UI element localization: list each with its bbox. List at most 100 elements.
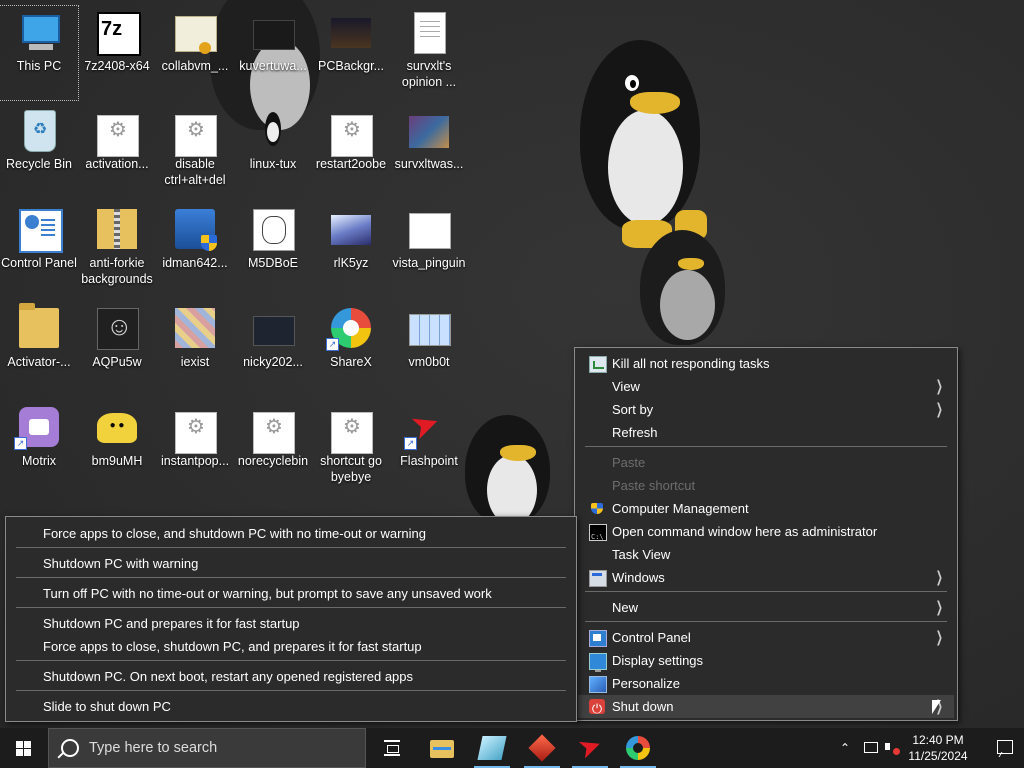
system-tray: ⌃ 12:40 PM 11/25/2024: [834, 728, 1024, 768]
pc-icon: [19, 12, 60, 52]
desktop-icon-label: nicky202...: [243, 355, 303, 369]
network-icon[interactable]: [862, 728, 880, 768]
desktop-icon-label: norecyclebin: [237, 454, 309, 468]
desktop-icon-label: ShareX: [330, 355, 372, 369]
desktop-icon-vista-pinguin[interactable]: vista_pinguin: [390, 203, 468, 297]
grid-icon: [409, 314, 451, 346]
shutdown-option-1[interactable]: Force apps to close, and shutdown PC wit…: [9, 522, 573, 545]
menu-item-refresh[interactable]: Refresh: [578, 421, 954, 444]
wallpaper-penguin-large: [570, 40, 710, 250]
menu-item-label: View: [612, 379, 640, 394]
desktop-icon-restart2oobe[interactable]: restart2oobe: [312, 104, 390, 198]
action-center-button[interactable]: [984, 728, 1024, 768]
desktop-icon-kuvertuwa[interactable]: kuvertuwa...: [234, 6, 312, 100]
menu-item-kill-all-not-responding-tasks[interactable]: Kill all not responding tasks: [578, 352, 954, 375]
desktop-icon-vm0b0t[interactable]: vm0b0t: [390, 302, 468, 396]
desktop-context-menu: Kill all not responding tasks View ❯ Sort b…: [574, 347, 958, 721]
desktop-icon-control-panel[interactable]: Control Panel: [0, 203, 78, 297]
chevron-up-icon[interactable]: ⌃: [840, 728, 856, 768]
desktop-icon-flashpoint[interactable]: ↗ Flashpoint: [390, 401, 468, 495]
shutdown-option-label: Slide to shut down PC: [43, 699, 171, 714]
desktop-icon-m5dboe[interactable]: M5DBoE: [234, 203, 312, 297]
notepad-button[interactable]: [468, 728, 516, 768]
menu-item-task-view[interactable]: Task View: [578, 543, 954, 566]
desktop-icon-recycle-bin[interactable]: Recycle Bin: [0, 104, 78, 198]
desktop-icon-norecyclebin[interactable]: norecyclebin: [234, 401, 312, 495]
desktop-icon-label: disable ctrl+alt+del: [164, 157, 226, 187]
desktop[interactable]: This PC 7z2408-x64 collabvm_... kuvertuwa..…: [0, 0, 1024, 728]
shortcut-arrow-icon: ↗: [404, 437, 417, 450]
shutdown-option-6[interactable]: Shutdown PC. On next boot, restart any o…: [9, 665, 573, 688]
desktop-icon-pcbackgr[interactable]: PCBackgr...: [312, 6, 390, 100]
sharex-button[interactable]: [614, 728, 662, 768]
wallpaper-penguin-center: [465, 415, 555, 525]
desktop-icon-label: kuvertuwa...: [239, 59, 307, 73]
doc-icon: [414, 12, 446, 54]
menu-item-new[interactable]: New ❯: [578, 596, 954, 619]
desktop-icon-survxltwas[interactable]: survxltwas...: [390, 104, 468, 198]
desktop-icon-survxlt-s-opinion[interactable]: survxlt's opinion ...: [390, 6, 468, 100]
sketch-icon: [253, 209, 295, 251]
file-explorer-button[interactable]: [418, 728, 466, 768]
desktop-icon-collabvm[interactable]: collabvm_...: [156, 6, 234, 100]
menu-separator: [585, 446, 947, 447]
shutdown-option-5[interactable]: Force apps to close, shutdown PC, and pr…: [9, 635, 573, 658]
menu-item-view[interactable]: View ❯: [578, 375, 954, 398]
clock-time: 12:40 PM: [912, 733, 964, 747]
red-app-button[interactable]: [518, 728, 566, 768]
menu-item-sort-by[interactable]: Sort by ❯: [578, 398, 954, 421]
flashpoint-button[interactable]: [566, 728, 614, 768]
desktop-icon-activation[interactable]: activation...: [78, 104, 156, 198]
zip-icon: [97, 209, 137, 249]
desktop-icon-iexist[interactable]: iexist: [156, 302, 234, 396]
menu-item-label: Task View: [612, 547, 671, 562]
shutdown-option-4[interactable]: Shutdown PC and prepares it for fast sta…: [9, 612, 573, 635]
menu-item-windows[interactable]: Windows ❯: [578, 566, 954, 589]
menu-item-personalize[interactable]: Personalize: [578, 672, 954, 695]
menu-item-display-settings[interactable]: Display settings: [578, 649, 954, 672]
menu-item-control-panel[interactable]: Control Panel ❯: [578, 626, 954, 649]
start-button[interactable]: [0, 728, 48, 768]
menu-item-shut-down[interactable]: Shut down❯: [578, 695, 954, 720]
desktop-icon-idman642[interactable]: idman642...: [156, 203, 234, 297]
desktop-icon-this-pc[interactable]: This PC: [0, 5, 79, 101]
desktop-icon-label: vista_pinguin: [392, 256, 466, 270]
desktop-icon-linux-tux[interactable]: linux-tux: [234, 104, 312, 198]
search-placeholder: Type here to search: [89, 740, 218, 756]
shutdown-option-label: Force apps to close, and shutdown PC wit…: [43, 526, 426, 541]
shutdown-option-3[interactable]: Turn off PC with no time-out or warning,…: [9, 582, 573, 605]
desktop-icon-instantpop[interactable]: instantpop...: [156, 401, 234, 495]
desktop-icon-label: idman642...: [162, 256, 228, 270]
desktop-icon-anti-forkie-backgrounds[interactable]: anti-forkie backgrounds: [78, 203, 156, 297]
bg-icon: [331, 18, 371, 48]
menu-item-label: Kill all not responding tasks: [612, 356, 770, 371]
desktop-icon-rlk5yz[interactable]: rlK5yz: [312, 203, 390, 297]
menu-item-label: Paste: [612, 455, 646, 470]
shutdown-option-7[interactable]: Slide to shut down PC: [9, 695, 573, 718]
taskbar-clock[interactable]: 12:40 PM 11/25/2024: [900, 732, 976, 764]
notepad-icon: [477, 736, 507, 760]
shutdown-option-label: Shutdown PC and prepares it for fast sta…: [43, 616, 300, 631]
desktop-icon-label: rlK5yz: [333, 256, 369, 270]
desktop-icon-disable-ctrl-alt-del[interactable]: disable ctrl+alt+del: [156, 104, 234, 198]
desktop-icon-nicky202[interactable]: nicky202...: [234, 302, 312, 396]
gear-icon: [331, 115, 373, 157]
sharex-icon: [626, 736, 650, 760]
taskbar-search-box[interactable]: Type here to search: [48, 728, 366, 768]
desktop-icon-7z2408-x64[interactable]: 7z2408-x64: [78, 6, 156, 100]
shortcut-arrow-icon: ↗: [14, 437, 27, 450]
red-app-icon: [528, 734, 556, 762]
task-view-button[interactable]: [368, 728, 416, 768]
desktop-icon-sharex[interactable]: ↗ ShareX: [312, 302, 390, 396]
desktop-icon-activator[interactable]: Activator-...: [0, 302, 78, 396]
desktop-icon-bm9umh[interactable]: bm9uMH: [78, 401, 156, 495]
page-icon: [409, 213, 451, 249]
desktop-icon-aqpu5w[interactable]: AQPu5w: [78, 302, 156, 396]
menu-item-open-command-window-here-as-administrator[interactable]: Open command window here as administrato…: [578, 520, 954, 549]
menu-separator: [585, 591, 947, 592]
desktop-icon-motrix[interactable]: ↗ Motrix: [0, 401, 78, 495]
shutdown-option-2[interactable]: Shutdown PC with warning: [9, 552, 573, 575]
desktop-icon-shortcut-go-byebye[interactable]: shortcut go byebye: [312, 401, 390, 495]
menu-separator: [16, 607, 566, 608]
menu-item-computer-management[interactable]: Computer Management: [578, 497, 954, 520]
